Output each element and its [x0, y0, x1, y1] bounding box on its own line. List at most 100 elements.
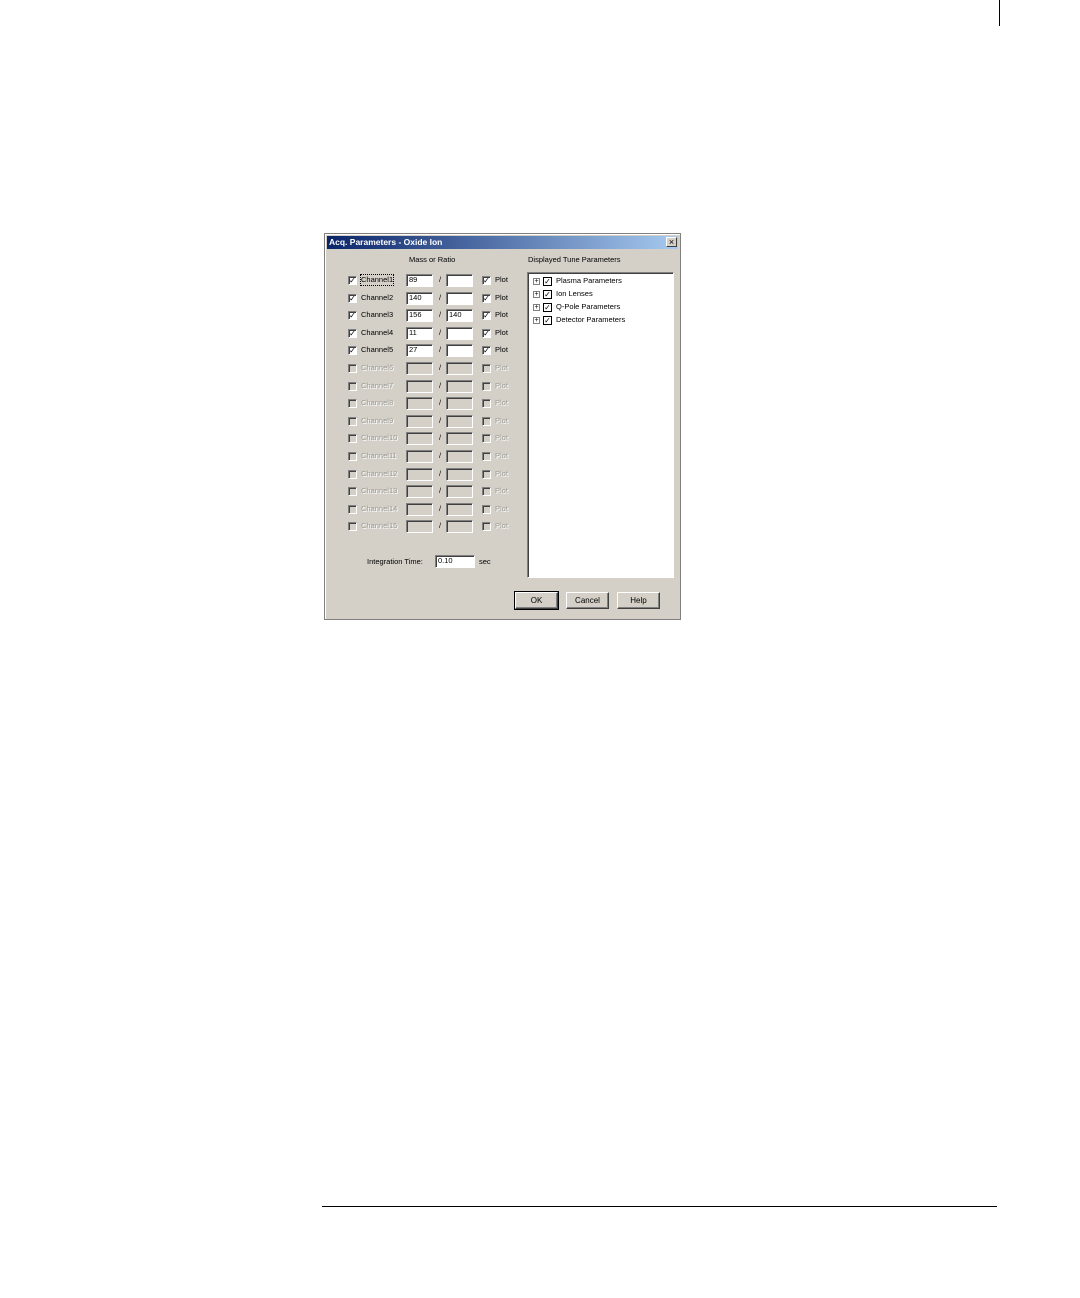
plot-checkbox[interactable]: ✓	[482, 294, 491, 303]
ratio-input[interactable]	[446, 485, 473, 498]
plot-checkbox[interactable]: ✓	[482, 276, 491, 285]
ratio-slash: /	[439, 381, 442, 390]
ratio-input[interactable]	[446, 450, 473, 463]
plot-checkbox[interactable]: ✓	[482, 329, 491, 338]
channel-label: Channel6	[361, 363, 394, 372]
integration-time-input[interactable]: 0.10	[435, 555, 475, 568]
plot-checkbox[interactable]: ✓	[482, 346, 491, 355]
channel-label: Channel4	[361, 328, 394, 337]
channel-checkbox[interactable]	[348, 470, 357, 479]
plot-checkbox[interactable]: ✓	[482, 311, 491, 320]
mass-input[interactable]	[406, 415, 433, 428]
tune-item-label[interactable]: Plasma Parameters	[556, 276, 622, 286]
tune-item-label[interactable]: Ion Lenses	[556, 289, 593, 299]
ok-button[interactable]: OK	[514, 591, 559, 610]
tune-item-checkbox[interactable]: ✓	[543, 316, 552, 325]
mass-input[interactable]	[406, 432, 433, 445]
ratio-input[interactable]	[446, 468, 473, 481]
ratio-input[interactable]	[446, 327, 473, 340]
ratio-input[interactable]	[446, 397, 473, 410]
mass-or-ratio-header: Mass or Ratio	[409, 255, 456, 264]
tune-item-label[interactable]: Detector Parameters	[556, 315, 625, 325]
channel-checkbox[interactable]	[348, 452, 357, 461]
ratio-input[interactable]	[446, 362, 473, 375]
tune-item-checkbox[interactable]: ✓	[543, 290, 552, 299]
mass-input[interactable]: 11	[406, 327, 433, 340]
channel-label: Channel2	[361, 293, 394, 302]
channel-checkbox[interactable]: ✓	[348, 294, 357, 303]
channel-label: Channel8	[361, 398, 394, 407]
ratio-input[interactable]	[446, 274, 473, 287]
mass-input[interactable]	[406, 362, 433, 375]
plot-checkbox[interactable]	[482, 487, 491, 496]
check-mark-icon: ✓	[483, 329, 490, 338]
channel-checkbox[interactable]	[348, 487, 357, 496]
ratio-slash: /	[439, 433, 442, 442]
tune-item-checkbox[interactable]: ✓	[543, 303, 552, 312]
plot-checkbox[interactable]	[482, 452, 491, 461]
channel-checkbox[interactable]	[348, 364, 357, 373]
plot-checkbox[interactable]	[482, 399, 491, 408]
mass-input[interactable]	[406, 520, 433, 533]
ratio-input[interactable]	[446, 292, 473, 305]
plot-label: Plot	[495, 398, 508, 407]
plot-checkbox[interactable]	[482, 417, 491, 426]
expand-icon[interactable]: +	[533, 278, 540, 285]
plot-label: Plot	[495, 451, 508, 460]
ratio-input[interactable]	[446, 503, 473, 516]
ratio-input[interactable]	[446, 432, 473, 445]
tune-item-label[interactable]: Q-Pole Parameters	[556, 302, 620, 312]
ratio-input[interactable]: 140	[446, 309, 473, 322]
dialog-title: Acq. Parameters - Oxide Ion	[329, 237, 443, 247]
plot-checkbox[interactable]	[482, 434, 491, 443]
tune-parameters-tree[interactable]: + ✓ Plasma Parameters + ✓ Ion Lenses + ✓ Q-Pole …	[527, 272, 674, 578]
cancel-button[interactable]: Cancel	[566, 592, 609, 609]
channel-checkbox[interactable]	[348, 417, 357, 426]
expand-icon[interactable]: +	[533, 317, 540, 324]
channel-checkbox[interactable]	[348, 522, 357, 531]
channel-checkbox[interactable]: ✓	[348, 311, 357, 320]
plot-checkbox[interactable]	[482, 470, 491, 479]
channel-checkbox[interactable]	[348, 434, 357, 443]
mass-input[interactable]	[406, 485, 433, 498]
plot-checkbox[interactable]	[482, 364, 491, 373]
ratio-input[interactable]	[446, 380, 473, 393]
check-mark-icon: ✓	[349, 346, 356, 355]
mass-input[interactable]	[406, 468, 433, 481]
channel-checkbox[interactable]: ✓	[348, 346, 357, 355]
ratio-input[interactable]	[446, 344, 473, 357]
tune-item-checkbox[interactable]: ✓	[543, 277, 552, 286]
close-button[interactable]: ×	[666, 237, 677, 247]
channel-checkbox[interactable]	[348, 399, 357, 408]
acq-parameters-dialog: Acq. Parameters - Oxide Ion × Mass or Ra…	[324, 233, 681, 620]
mass-input[interactable]: 27	[406, 344, 433, 357]
plot-checkbox[interactable]	[482, 382, 491, 391]
help-button[interactable]: Help	[617, 592, 660, 609]
mass-input[interactable]: 156	[406, 309, 433, 322]
plus-icon: +	[534, 317, 539, 324]
tune-parameters-header: Displayed Tune Parameters	[528, 255, 621, 264]
ratio-input[interactable]	[446, 520, 473, 533]
mass-input[interactable]	[406, 503, 433, 516]
title-bar[interactable]: Acq. Parameters - Oxide Ion ×	[327, 236, 678, 249]
channel-checkbox[interactable]: ✓	[348, 276, 357, 285]
plot-checkbox[interactable]	[482, 505, 491, 514]
expand-icon[interactable]: +	[533, 291, 540, 298]
channel-checkbox[interactable]: ✓	[348, 329, 357, 338]
check-mark-icon: ✓	[544, 316, 551, 325]
expand-icon[interactable]: +	[533, 304, 540, 311]
channel-checkbox[interactable]	[348, 382, 357, 391]
plot-label: Plot	[495, 310, 508, 319]
channel-checkbox[interactable]	[348, 505, 357, 514]
plot-checkbox[interactable]	[482, 522, 491, 531]
ratio-slash: /	[439, 469, 442, 478]
ratio-input[interactable]	[446, 415, 473, 428]
plot-label: Plot	[495, 486, 508, 495]
ratio-slash: /	[439, 486, 442, 495]
mass-input[interactable]: 140	[406, 292, 433, 305]
channel-label: Channel9	[361, 416, 394, 425]
mass-input[interactable]: 89	[406, 274, 433, 287]
mass-input[interactable]	[406, 450, 433, 463]
mass-input[interactable]	[406, 397, 433, 410]
mass-input[interactable]	[406, 380, 433, 393]
